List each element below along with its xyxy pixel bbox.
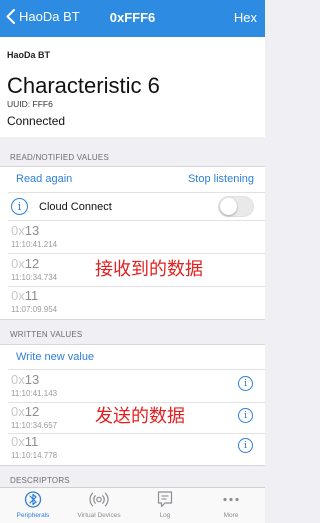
divider bbox=[8, 369, 265, 370]
read-section-label: READ/NOTIFIED VALUES bbox=[10, 153, 109, 162]
broadcast-icon bbox=[89, 492, 109, 507]
chevron-left-icon bbox=[6, 9, 15, 24]
received-data-annotation: 接收到的数据 bbox=[95, 259, 203, 280]
tab-label: Log bbox=[159, 512, 171, 519]
back-label: HaoDa BT bbox=[19, 9, 80, 24]
tab-bar: Peripherals Virtual Devices Log More bbox=[0, 487, 265, 523]
read-value: 0x12 bbox=[11, 256, 40, 271]
cloud-connect-toggle[interactable] bbox=[218, 196, 254, 217]
cloud-connect-label: Cloud Connect bbox=[39, 201, 112, 213]
more-icon bbox=[223, 497, 239, 502]
written-value: 0x12 bbox=[11, 404, 40, 419]
back-button[interactable]: HaoDa BT bbox=[6, 9, 80, 24]
tab-more[interactable]: More bbox=[198, 488, 264, 523]
hex-toggle-button[interactable]: Hex bbox=[234, 10, 257, 25]
tab-peripherals[interactable]: Peripherals bbox=[0, 488, 66, 523]
write-new-value-button[interactable]: Write new value bbox=[16, 351, 94, 363]
peripherals-icon bbox=[24, 491, 42, 508]
tab-label: Peripherals bbox=[16, 512, 50, 519]
connection-status: Connected bbox=[7, 114, 66, 128]
read-timestamp: 11:10:34.734 bbox=[11, 273, 58, 282]
read-timestamp: 11:07:09.954 bbox=[11, 305, 58, 314]
written-values-group: Write new value 0x13 11:10:41.143 i 0x12… bbox=[0, 344, 265, 466]
read-value: 0x11 bbox=[11, 288, 39, 303]
written-section-label: WRITTEN VALUES bbox=[10, 330, 83, 339]
written-value: 0x13 bbox=[11, 372, 40, 387]
written-timestamp: 11:10:41.143 bbox=[11, 389, 58, 398]
log-icon bbox=[157, 491, 173, 508]
info-icon[interactable]: i bbox=[238, 438, 253, 453]
tab-virtual-devices[interactable]: Virtual Devices bbox=[66, 488, 132, 523]
divider bbox=[8, 433, 265, 434]
read-value: 0x13 bbox=[11, 223, 40, 238]
sent-data-annotation: 发送的数据 bbox=[95, 406, 185, 427]
divider bbox=[8, 286, 265, 287]
divider bbox=[8, 220, 265, 221]
written-value: 0x11 bbox=[11, 434, 39, 449]
tab-label: Virtual Devices bbox=[77, 512, 121, 519]
device-name: HaoDa BT bbox=[7, 50, 51, 60]
stop-listening-button[interactable]: Stop listening bbox=[188, 173, 254, 185]
characteristic-header: HaoDa BT Characteristic 6 UUID: FFF6 Con… bbox=[0, 37, 265, 137]
info-icon[interactable]: i bbox=[238, 376, 253, 391]
written-timestamp: 11:10:34.657 bbox=[11, 421, 58, 430]
descriptors-section-label: DESCRIPTORS bbox=[10, 476, 70, 485]
info-icon[interactable]: i bbox=[238, 408, 253, 423]
read-timestamp: 11:10:41.214 bbox=[11, 240, 58, 249]
read-again-button[interactable]: Read again bbox=[16, 173, 72, 185]
navigation-bar: HaoDa BT 0xFFF6 Hex bbox=[0, 0, 265, 37]
page-title: Characteristic 6 bbox=[7, 73, 160, 98]
divider bbox=[8, 192, 265, 193]
toggle-knob bbox=[220, 198, 237, 215]
read-values-group: Read again Stop listening i Cloud Connec… bbox=[0, 166, 265, 320]
tab-label: More bbox=[223, 512, 239, 519]
divider bbox=[8, 253, 265, 254]
info-icon: i bbox=[11, 198, 28, 215]
tab-log[interactable]: Log bbox=[132, 488, 198, 523]
written-timestamp: 11:10:14.778 bbox=[11, 451, 58, 460]
uuid-label: UUID: FFF6 bbox=[7, 99, 53, 109]
